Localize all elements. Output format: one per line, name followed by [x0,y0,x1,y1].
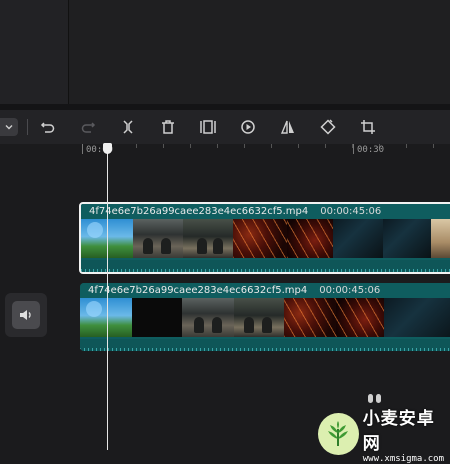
rotate-icon [320,119,336,135]
thumbnail-night [384,298,450,337]
chevron-down-icon [5,125,13,130]
delete-icon [162,120,174,134]
audio-waveform [80,339,450,351]
video-clip-selected[interactable]: 4f74e6e7b26a99caee283e4ec6632cf5.mp4 00:… [79,202,450,274]
clip-header: 4f74e6e7b26a99caee283e4ec6632cf5.mp4 00:… [80,283,450,297]
ruler-major-tick [353,144,354,154]
track-volume-button[interactable] [5,293,47,337]
thumbnail-dark [132,298,182,337]
watermark-text: 小麦安卓网 www.xmsigma.com [363,404,450,464]
toolbar-divider [27,119,28,135]
loading-dots-icon [368,394,381,403]
clip-thumbnails [80,298,450,337]
thumbnail-fire [284,298,336,337]
ruler-ticks [82,144,450,148]
wheat-logo-icon [318,413,359,455]
clip-duration: 00:00:45:06 [320,205,382,217]
ruler-major-tick [82,144,83,154]
thumbnail-people [182,298,234,337]
audio-waveform [81,260,450,272]
undo-icon [40,122,55,133]
volume-icon-box [12,301,40,329]
thumbnail-night [333,219,383,258]
rotate-button[interactable] [318,117,338,137]
ruler-label-30: 00:30 [357,145,385,155]
clip-filename: 4f74e6e7b26a99caee283e4ec6632cf5.mp4 [89,205,309,217]
playhead-line[interactable] [107,150,108,450]
dropdown-button[interactable] [0,118,18,136]
redo-icon [81,122,96,133]
mirror-button[interactable] [278,117,298,137]
timeline-ruler[interactable]: 00:00 00:30 [0,144,450,156]
crop-icon [361,120,375,134]
freeze-frame-icon [200,120,216,134]
thumbnail-people [133,219,183,258]
watermark: 小麦安卓网 www.xmsigma.com [318,404,450,464]
thumbnail-people [183,219,233,258]
thumbnail-bright [431,219,450,258]
watermark-url: www.xmsigma.com [362,454,445,464]
split-button[interactable] [118,117,138,137]
mirror-icon [280,120,294,134]
thumbnail-fire [336,298,384,337]
freeze-frame-button[interactable] [198,117,218,137]
thumbnail-fire [287,219,333,258]
timeline-toolbar [0,110,450,145]
play-speed-button[interactable] [238,117,258,137]
thumbnail-fire [233,219,287,258]
thumbnail-people [234,298,284,337]
clip-header: 4f74e6e7b26a99caee283e4ec6632cf5.mp4 00:… [81,204,450,218]
undo-button[interactable] [38,117,58,137]
crop-button[interactable] [358,117,378,137]
play-speed-icon [241,120,255,134]
thumbnail-night [383,219,431,258]
clip-duration: 00:00:45:06 [319,284,381,296]
preview-side-panel [0,0,69,104]
clip-thumbnails [81,219,450,258]
playhead-handle[interactable] [103,143,112,154]
preview-panel [69,0,450,104]
speaker-icon [20,310,31,320]
delete-button[interactable] [158,117,178,137]
split-icon [123,120,133,134]
thumbnail-sky [80,298,132,337]
redo-button[interactable] [78,117,98,137]
audio-clip[interactable]: 4f74e6e7b26a99caee283e4ec6632cf5.mp4 00:… [80,283,450,351]
watermark-name: 小麦安卓网 [362,409,435,454]
clip-filename: 4f74e6e7b26a99caee283e4ec6632cf5.mp4 [88,284,308,296]
